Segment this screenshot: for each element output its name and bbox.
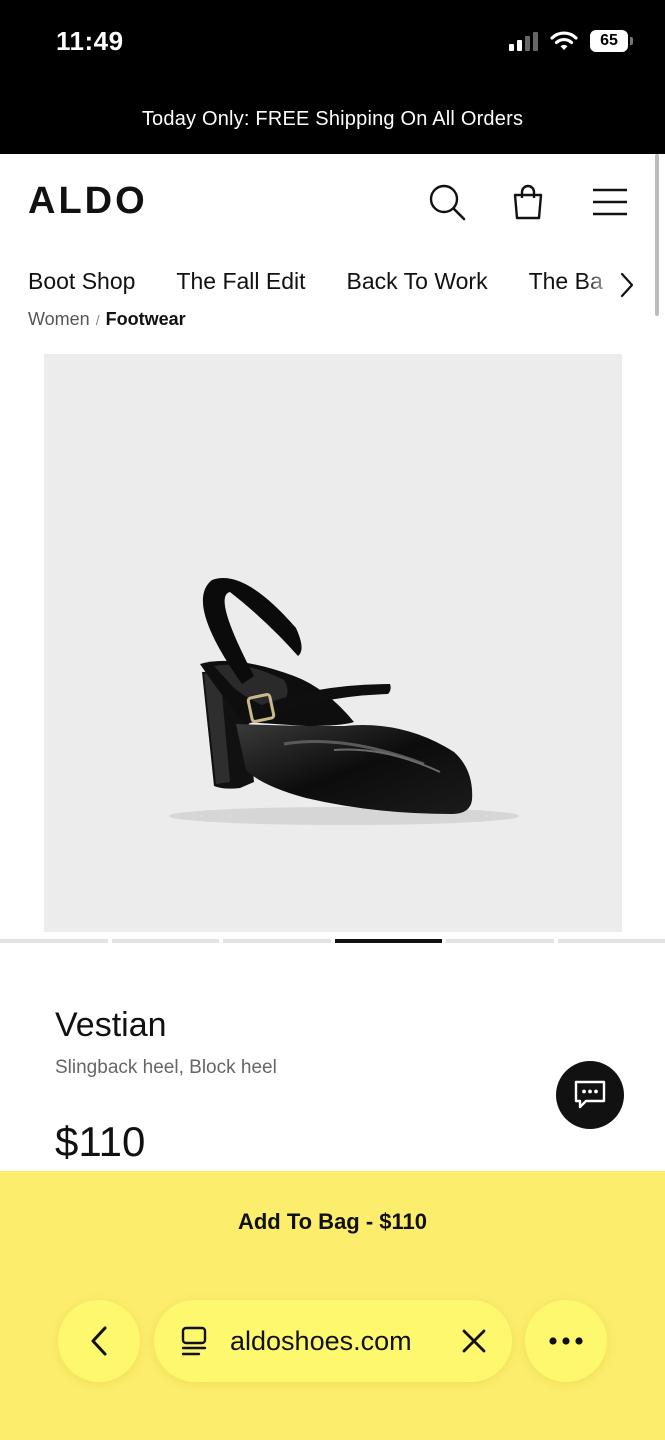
pager-dot[interactable] xyxy=(111,939,219,943)
battery-level: 65 xyxy=(590,30,628,52)
image-pager[interactable] xyxy=(0,939,665,943)
nav-item-back-to-work[interactable]: Back To Work xyxy=(347,268,488,295)
bag-button[interactable] xyxy=(506,180,550,224)
back-chevron-icon xyxy=(91,1326,107,1356)
shopping-bag-icon xyxy=(513,184,543,220)
menu-button[interactable] xyxy=(588,180,632,224)
pager-dot[interactable] xyxy=(0,939,108,943)
product-image[interactable] xyxy=(44,354,622,932)
nav-item-fall-edit[interactable]: The Fall Edit xyxy=(176,268,305,295)
url-close-button[interactable] xyxy=(458,1325,490,1357)
page-scrollbar[interactable] xyxy=(655,154,659,316)
pager-dot[interactable] xyxy=(446,939,554,943)
browser-url-text: aldoshoes.com xyxy=(230,1325,412,1356)
tabs-icon xyxy=(181,1326,207,1356)
status-bar: 11:49 65 xyxy=(0,0,665,84)
battery-icon: 65 xyxy=(590,30,633,52)
browser-url-bar[interactable]: aldoshoes.com xyxy=(154,1300,512,1382)
close-icon xyxy=(462,1329,486,1353)
browser-back-button[interactable] xyxy=(58,1300,140,1382)
shoe-photo xyxy=(169,578,519,825)
wifi-icon xyxy=(550,31,578,50)
breadcrumb: Women / Footwear xyxy=(28,300,186,334)
breadcrumb-women[interactable]: Women xyxy=(28,309,90,330)
chat-icon xyxy=(574,1080,606,1109)
chevron-right-icon xyxy=(620,272,634,298)
add-to-bag-button[interactable]: Add To Bag - $110 xyxy=(0,1186,665,1258)
search-icon xyxy=(429,184,466,221)
product-description: Slingback heel, Block heel xyxy=(55,1057,277,1078)
product-price: $110 xyxy=(55,1118,146,1165)
browser-more-button[interactable] xyxy=(525,1300,607,1382)
hamburger-menu-icon xyxy=(593,188,627,216)
chat-button[interactable] xyxy=(556,1061,624,1129)
aldo-logo[interactable]: ALDO xyxy=(28,180,180,223)
pager-dot-active[interactable] xyxy=(334,939,442,943)
breadcrumb-footwear: Footwear xyxy=(105,309,186,329)
nav-next-button[interactable] xyxy=(612,270,642,300)
pager-dot[interactable] xyxy=(223,939,331,943)
status-icons: 65 xyxy=(509,30,633,52)
promo-banner[interactable]: Today Only: FREE Shipping On All Orders xyxy=(0,84,665,154)
product-name: Vestian xyxy=(55,1006,167,1044)
svg-text:ALDO: ALDO xyxy=(28,184,148,218)
nav-item-boot-shop[interactable]: Boot Shop xyxy=(28,268,135,295)
site-header: ALDO xyxy=(0,154,665,250)
more-icon xyxy=(549,1337,583,1345)
cellular-signal-icon xyxy=(509,31,538,51)
breadcrumb-separator: / xyxy=(95,312,100,328)
status-time: 11:49 xyxy=(56,26,124,56)
pager-dot[interactable] xyxy=(557,939,665,943)
search-button[interactable] xyxy=(425,180,469,224)
